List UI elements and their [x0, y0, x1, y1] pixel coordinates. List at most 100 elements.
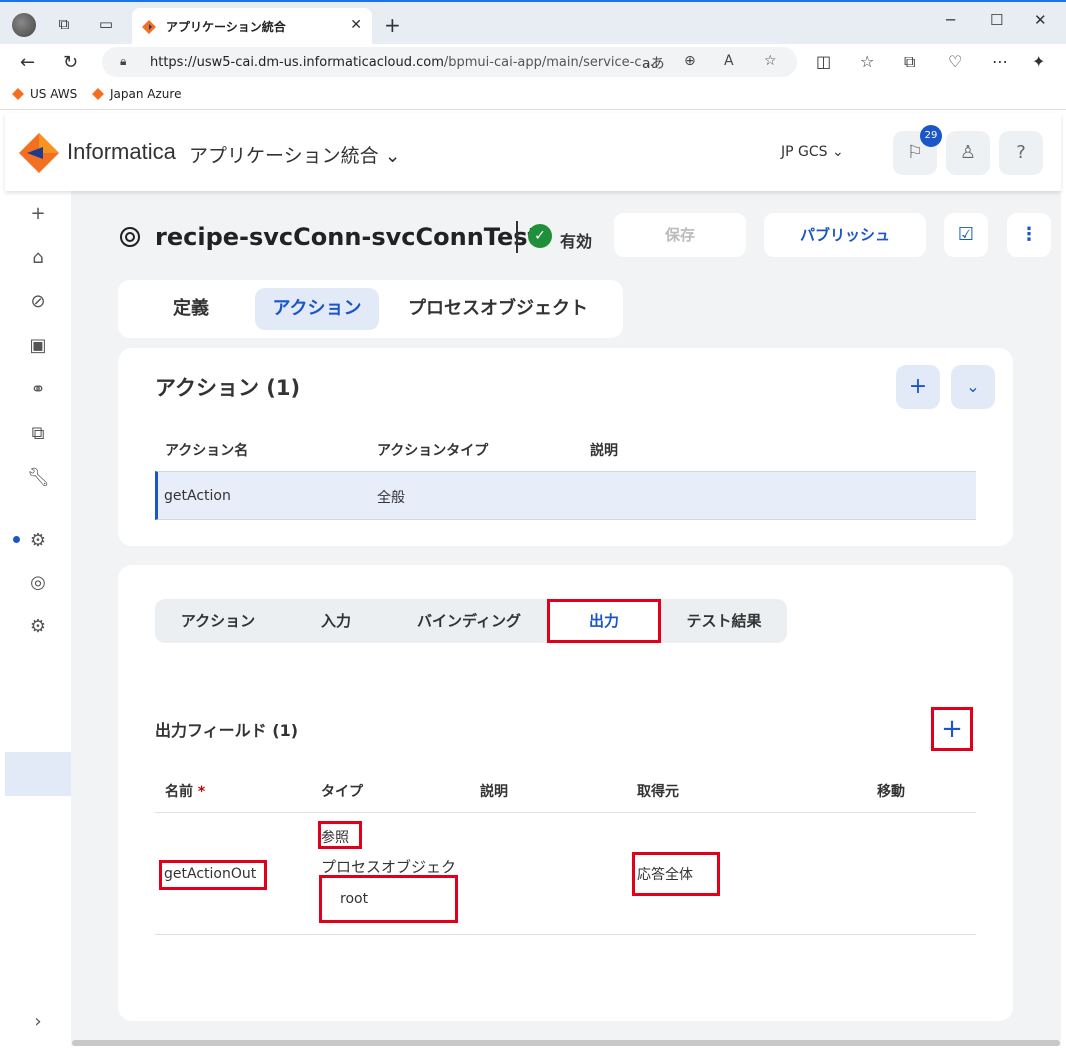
table-divider: [155, 812, 976, 813]
new-tab-icon[interactable]: +: [384, 13, 401, 37]
immersive-reader-icon[interactable]: A: [724, 53, 734, 69]
profile-avatar[interactable]: [12, 13, 36, 37]
output-fields-title: 出力フィールド (1): [155, 721, 299, 740]
maximize-icon[interactable]: ☐: [990, 11, 1003, 29]
subtab-input[interactable]: 入力: [281, 599, 391, 643]
service-connector-active-icon[interactable]: ◎: [27, 572, 49, 594]
region-selector[interactable]: JP GCS ⌄: [781, 144, 844, 160]
publish-button[interactable]: パブリッシュ: [764, 213, 926, 257]
action-subtabs: アクション 入力 バインディング 出力 テスト結果: [155, 599, 787, 643]
subtab-test-results[interactable]: テスト結果: [661, 599, 787, 643]
action-name-cell: getAction: [164, 488, 231, 504]
main-content: recipe-svcConn-svcConnTest ✓ 有効 保存 パブリッシ…: [71, 191, 1061, 1046]
assets-icon[interactable]: ⧉: [27, 423, 49, 445]
main-tabs: 定義 アクション プロセスオブジェクト: [118, 280, 623, 338]
service-connectors-icon[interactable]: ⚙: [27, 530, 49, 552]
address-bar-row: ← ↻ 🔒︎ https://usw5-cai.dm-us.informatic…: [0, 44, 1066, 80]
column-header: 移動: [877, 784, 905, 800]
url-text: https://usw5-cai.dm-us.informaticacloud.…: [150, 55, 654, 70]
new-plus-icon[interactable]: +: [27, 203, 49, 225]
split-screen-icon[interactable]: ◫: [816, 52, 831, 71]
more-menu-icon[interactable]: ⋮: [1007, 213, 1051, 257]
tab-process-objects[interactable]: プロセスオブジェクト: [393, 288, 603, 330]
horizontal-scrollbar[interactable]: [72, 1040, 1060, 1046]
lock-icon: 🔒︎: [120, 54, 127, 68]
validate-check-icon[interactable]: ☑: [944, 213, 988, 257]
favorites-icon[interactable]: ☆: [860, 52, 874, 71]
tab-title: アプリケーション統合: [166, 20, 286, 34]
url-bar[interactable]: 🔒︎ https://usw5-cai.dm-us.informaticaclo…: [102, 47, 797, 77]
save-button[interactable]: 保存: [614, 213, 746, 257]
chevron-down-icon: ⌄: [832, 144, 844, 160]
actions-card-title: アクション (1): [155, 376, 301, 400]
output-name-cell[interactable]: getActionOut: [164, 866, 256, 882]
health-icon[interactable]: ♡: [948, 52, 962, 71]
zoom-icon[interactable]: ⊕: [684, 53, 696, 69]
favorite-star-icon[interactable]: ☆: [764, 53, 777, 69]
left-nav-rail: + ⌂ ⊘ ▣ ⚭ ⧉ 🔧︎ ⚙ ◎ ⚙ ›: [5, 191, 71, 1046]
copilot-icon[interactable]: ✦: [1032, 52, 1045, 71]
table-divider: [155, 934, 976, 935]
home-icon[interactable]: ⌂: [27, 247, 49, 269]
app-switcher[interactable]: アプリケーション統合 ⌄: [189, 141, 401, 168]
back-icon[interactable]: ←: [20, 52, 35, 73]
tools-wrench-icon[interactable]: 🔧︎: [27, 467, 50, 489]
window-close-icon[interactable]: ✕: [1034, 11, 1047, 29]
informatica-favicon: [92, 88, 104, 100]
actions-card: アクション (1) + ⌄ アクション名 アクションタイプ 説明 getActi…: [118, 348, 1013, 546]
tab-definition[interactable]: 定義: [156, 288, 226, 330]
close-tab-icon[interactable]: ✕: [350, 17, 362, 33]
app-header: Informatica アプリケーション統合 ⌄ JP GCS ⌄ ⚐ 29 ♙…: [5, 113, 1061, 191]
collections-icon[interactable]: ⧉: [904, 52, 915, 72]
refresh-icon[interactable]: ↻: [63, 52, 78, 73]
column-header: 取得元: [637, 784, 679, 800]
notification-badge: 29: [920, 125, 942, 147]
workspaces-icon[interactable]: ⧉: [54, 14, 74, 34]
bookmark-label: US AWS: [30, 87, 78, 101]
help-icon[interactable]: ?: [999, 131, 1043, 175]
title-divider: [516, 221, 518, 253]
more-icon[interactable]: ⋯: [992, 52, 1008, 71]
user-icon[interactable]: ♙: [946, 131, 990, 175]
subtab-binding[interactable]: バインディング: [391, 599, 547, 643]
table-row[interactable]: getAction 全般: [155, 471, 976, 520]
bookmark-japan-azure[interactable]: Japan Azure: [92, 87, 181, 101]
rail-indicator-dot: [13, 536, 20, 543]
bookmark-label: Japan Azure: [110, 87, 182, 101]
type-kind-label: プロセスオブジェク: [321, 858, 457, 876]
expand-chevron-icon[interactable]: ›: [27, 1011, 49, 1033]
column-header: 説明: [480, 784, 508, 800]
browser-tab-bar: ⧉ ▭ アプリケーション統合 ✕ + ─ ☐ ✕: [0, 0, 1066, 46]
informatica-favicon: [142, 20, 156, 34]
add-action-button[interactable]: +: [896, 365, 940, 409]
column-header: タイプ: [321, 784, 363, 800]
brand-name: Informatica: [67, 139, 176, 164]
bookmark-us-aws[interactable]: US AWS: [12, 87, 77, 101]
column-header: アクションタイプ: [377, 443, 489, 459]
source-cell[interactable]: 応答全体: [637, 864, 693, 884]
type-object-value: root: [340, 891, 369, 907]
chevron-down-icon: ⌄: [384, 145, 401, 167]
column-header: アクション名: [165, 443, 249, 459]
connections-icon[interactable]: ⚭: [27, 379, 49, 401]
explore-compass-icon[interactable]: ⊘: [27, 291, 49, 313]
informatica-logo: [19, 133, 59, 173]
action-detail-card: アクション 入力 バインディング 出力 テスト結果 出力フィールド (1) + …: [118, 565, 1013, 1021]
browser-tab[interactable]: アプリケーション統合 ✕: [132, 8, 372, 46]
status-label: 有効: [560, 232, 593, 251]
collapse-chevron-icon[interactable]: ⌄: [951, 365, 995, 409]
page-title: recipe-svcConn-svcConnTest: [155, 223, 540, 251]
column-header-name: 名前 *: [165, 784, 206, 800]
column-header: 説明: [590, 443, 618, 459]
app-connection-icon[interactable]: ⚙: [27, 616, 49, 638]
tab-actions-icon[interactable]: ▭: [96, 14, 116, 34]
tab-actions[interactable]: アクション: [255, 288, 379, 330]
minimize-icon[interactable]: ─: [946, 11, 955, 29]
subtab-output[interactable]: 出力: [547, 599, 661, 643]
add-output-field-button[interactable]: +: [931, 707, 973, 751]
subtab-action[interactable]: アクション: [155, 599, 281, 643]
read-aloud-icon[interactable]: aあ: [642, 53, 665, 73]
service-connector-icon: [120, 227, 140, 247]
monitor-icon[interactable]: ▣: [27, 335, 49, 357]
bookmarks-bar: US AWS Japan Azure: [0, 80, 1066, 110]
